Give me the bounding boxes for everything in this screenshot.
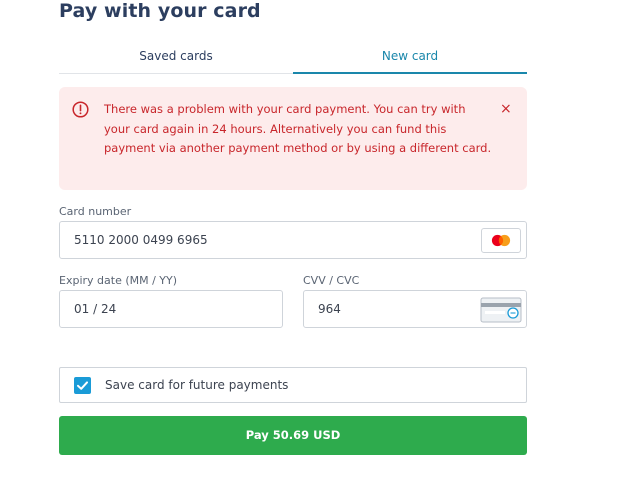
card-back-cvc-icon (480, 296, 522, 324)
close-icon[interactable]: × (500, 100, 512, 118)
card-tabs: Saved cards New card (59, 42, 527, 74)
pay-button[interactable]: Pay 50.69 USD (59, 416, 527, 455)
tab-saved-cards[interactable]: Saved cards (59, 42, 293, 74)
page-title: Pay with your card (59, 0, 261, 22)
alert-message: There was a problem with your card payme… (104, 102, 492, 155)
card-number-value: 5110 2000 0499 6965 (74, 233, 208, 247)
cvv-label: CVV / CVC (303, 274, 360, 287)
save-card-checkbox[interactable] (74, 377, 91, 394)
mastercard-icon (481, 228, 521, 253)
expiry-value: 01 / 24 (74, 302, 117, 316)
error-circle-icon (72, 101, 89, 118)
expiry-label: Expiry date (MM / YY) (59, 274, 178, 287)
error-alert: There was a problem with your card payme… (59, 87, 527, 190)
save-card-label: Save card for future payments (105, 378, 289, 392)
payment-page: Pay with your card Saved cards New card … (0, 0, 617, 482)
save-card-option[interactable]: Save card for future payments (59, 367, 527, 403)
cvv-field[interactable]: 964 (303, 290, 527, 328)
card-number-field[interactable]: 5110 2000 0499 6965 (59, 221, 527, 259)
card-number-label: Card number (59, 205, 132, 218)
tab-new-card[interactable]: New card (293, 42, 527, 74)
expiry-field[interactable]: 01 / 24 (59, 290, 283, 328)
cvv-value: 964 (318, 302, 341, 316)
